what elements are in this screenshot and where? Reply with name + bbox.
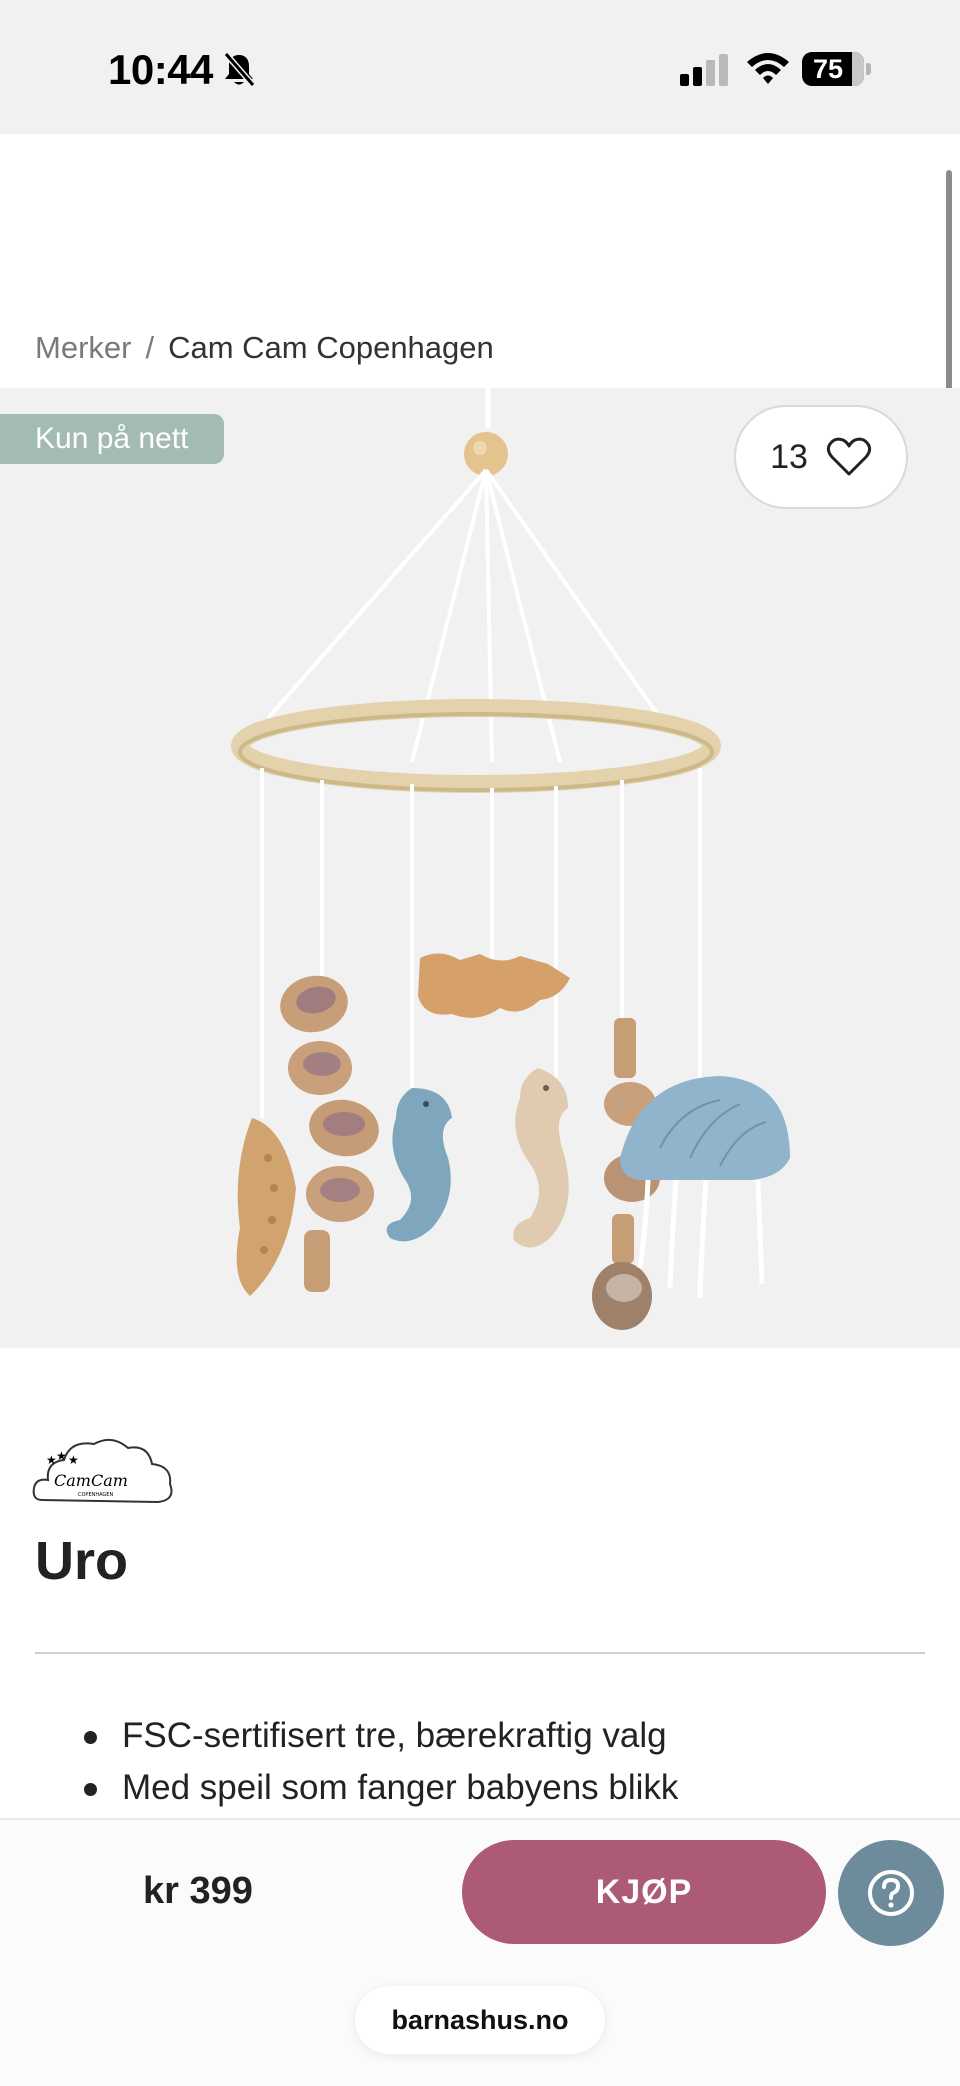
heart-icon (826, 437, 871, 476)
feature-item: FSC-sertifisert tre, bærekraftig valg (84, 1710, 678, 1762)
wifi-icon (747, 53, 789, 84)
product-title: Uro (35, 1531, 128, 1591)
price: kr 399 (143, 1870, 253, 1912)
svg-text:★: ★ (56, 1449, 67, 1463)
status-time: 10:44 (108, 46, 213, 93)
product-image[interactable]: Kun på nett 13 (0, 388, 960, 1348)
bell-slash-icon (223, 52, 256, 87)
battery-level: 75 (812, 54, 844, 84)
battery-icon: 75 (802, 52, 872, 86)
favorite-button[interactable]: 13 (734, 405, 908, 509)
breadcrumb-current[interactable]: Cam Cam Copenhagen (168, 330, 494, 365)
brand-logo[interactable]: ★ ★ ★ CamCam COPENHAGEN (32, 1430, 176, 1515)
favorite-count: 13 (770, 437, 808, 476)
svg-text:CamCam: CamCam (54, 1471, 128, 1490)
svg-text:COPENHAGEN: COPENHAGEN (78, 1492, 113, 1498)
feature-item: Med speil som fanger babyens blikk (84, 1762, 678, 1814)
help-button[interactable] (838, 1840, 944, 1946)
divider (35, 1652, 925, 1654)
baby-mobile-illustration (231, 388, 790, 1330)
breadcrumb-link-brands[interactable]: Merker (35, 330, 131, 365)
svg-text:★: ★ (68, 1453, 79, 1467)
breadcrumb-separator: / (145, 330, 155, 365)
buy-button[interactable]: KJØP (462, 1840, 826, 1944)
status-bar: 10:44 75 (0, 0, 960, 134)
online-only-badge: Kun på nett (0, 414, 225, 464)
cellular-signal-icon (680, 54, 728, 86)
site-url[interactable]: barnashus.no (355, 1986, 605, 2054)
breadcrumb: Merker / Cam Cam Copenhagen (35, 330, 494, 366)
feature-list: FSC-sertifisert tre, bærekraftig valg Me… (84, 1710, 678, 1814)
question-circle-icon (868, 1870, 914, 1916)
buy-bar: kr 399 KJØP barnashus.no (0, 1818, 960, 2086)
